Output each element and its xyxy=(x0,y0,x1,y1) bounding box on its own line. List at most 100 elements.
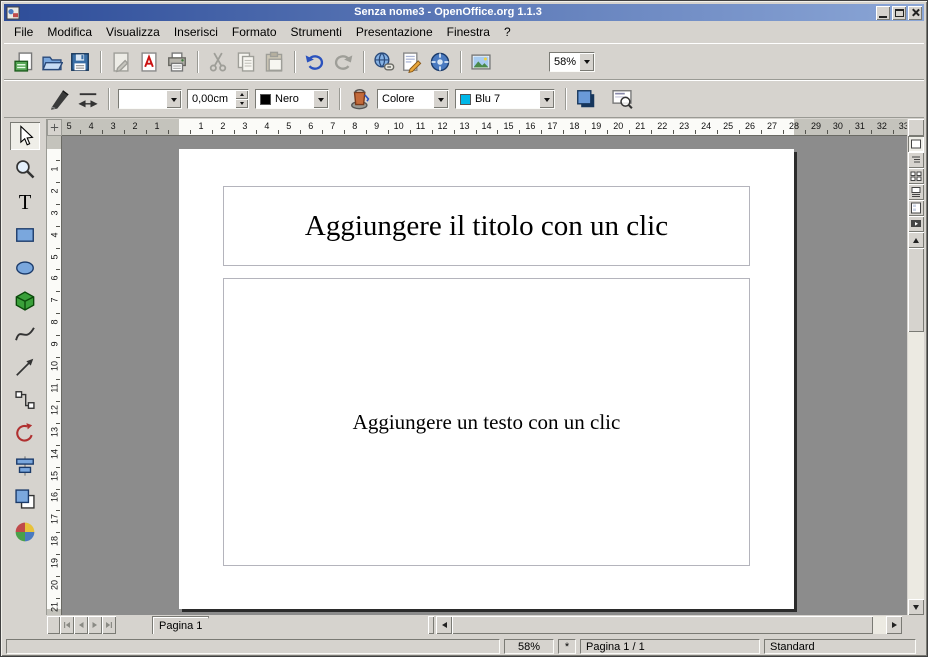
zoom-combobox[interactable]: 58% xyxy=(549,52,595,72)
menu-visualizza[interactable]: Visualizza xyxy=(99,22,167,42)
alignment-tool-button[interactable] xyxy=(10,452,40,480)
scroll-up-button[interactable] xyxy=(908,232,924,248)
edit-file-button[interactable] xyxy=(107,49,135,75)
export-pdf-button[interactable] xyxy=(135,49,163,75)
text-tool-button[interactable]: T xyxy=(10,188,40,216)
workspace[interactable]: Aggiungere il titolo con un clic Aggiung… xyxy=(62,136,907,615)
hyperlink-button[interactable] xyxy=(370,49,398,75)
window-controls xyxy=(876,6,922,20)
copy-button[interactable] xyxy=(232,49,260,75)
body-placeholder[interactable]: Aggiungere un testo con un clic xyxy=(223,278,750,566)
lines-arrows-tool-button[interactable] xyxy=(10,353,40,381)
menu-formato[interactable]: Formato xyxy=(225,22,284,42)
paste-button[interactable] xyxy=(260,49,288,75)
maximize-button[interactable] xyxy=(892,6,906,20)
line-style-dropdown-arrow-icon[interactable] xyxy=(166,90,181,108)
handout-view-button[interactable] xyxy=(908,200,924,216)
print-button[interactable] xyxy=(163,49,191,75)
line-color-dropdown-arrow-icon[interactable] xyxy=(313,90,328,108)
close-button[interactable] xyxy=(908,6,922,20)
menu-inserisci[interactable]: Inserisci xyxy=(167,22,225,42)
scroll-left-button[interactable] xyxy=(436,616,452,634)
horizontal-scroll-thumb[interactable] xyxy=(452,616,873,634)
undo-button[interactable] xyxy=(301,49,329,75)
vertical-scrollbar[interactable] xyxy=(908,232,924,615)
fill-type-dropdown-arrow-icon[interactable] xyxy=(433,90,448,108)
start-slideshow-icon xyxy=(910,218,922,230)
notes-view-button[interactable] xyxy=(908,184,924,200)
ruler-corner-button[interactable] xyxy=(908,119,924,136)
arrange-tool-button[interactable] xyxy=(10,485,40,513)
open-button[interactable] xyxy=(38,49,66,75)
select-tool-button[interactable] xyxy=(10,122,40,150)
title-placeholder[interactable]: Aggiungere il titolo con un clic xyxy=(223,186,750,266)
fill-type-combobox[interactable]: Colore xyxy=(377,89,449,109)
ruler-number: 4 xyxy=(50,227,60,242)
horizontal-ruler[interactable]: 5432112345678910111213141516171819202122… xyxy=(62,119,907,136)
status-style[interactable]: Standard xyxy=(764,639,916,654)
rotate-tool-button[interactable] xyxy=(10,419,40,447)
presentation-toolbar-button[interactable] xyxy=(608,86,636,112)
cut-button[interactable] xyxy=(204,49,232,75)
ruler-origin-button[interactable] xyxy=(47,119,62,136)
zoom-tool-button[interactable] xyxy=(10,155,40,183)
new-document-button[interactable] xyxy=(10,49,38,75)
first-page-button[interactable] xyxy=(60,616,74,634)
redo-button[interactable] xyxy=(329,49,357,75)
spin-down-icon[interactable] xyxy=(235,99,248,108)
line-color-combobox[interactable]: Nero xyxy=(255,89,329,109)
ruler-tick xyxy=(717,130,718,134)
slides-view-button[interactable] xyxy=(908,168,924,184)
menu-modifica[interactable]: Modifica xyxy=(40,22,99,42)
line-width-field[interactable]: 0,00cm xyxy=(187,89,249,109)
curve-tool-button[interactable] xyxy=(10,320,40,348)
edit-button[interactable] xyxy=(398,49,426,75)
fill-color-dropdown-arrow-icon[interactable] xyxy=(539,90,554,108)
next-page-button[interactable] xyxy=(88,616,102,634)
menu-presentazione[interactable]: Presentazione xyxy=(349,22,440,42)
last-page-button[interactable] xyxy=(102,616,116,634)
page-tab[interactable]: Pagina 1 xyxy=(152,616,209,634)
scrollbar-splitter[interactable] xyxy=(428,616,434,634)
effects-tool-button[interactable] xyxy=(10,518,40,546)
slide-canvas[interactable]: Aggiungere il titolo con un clic Aggiung… xyxy=(179,149,794,609)
ruler-tick xyxy=(146,130,147,134)
gallery-button[interactable] xyxy=(467,49,495,75)
outline-view-button[interactable] xyxy=(908,152,924,168)
drawing-view-button[interactable] xyxy=(908,136,924,152)
horizontal-scroll-track[interactable] xyxy=(452,616,886,634)
menu-finestra[interactable]: Finestra xyxy=(440,22,497,42)
menu-help[interactable]: ? xyxy=(497,22,518,42)
horizontal-scrollbar[interactable] xyxy=(436,616,902,634)
status-page[interactable]: Pagina 1 / 1 xyxy=(580,639,760,654)
ellipse-tool-button[interactable] xyxy=(10,254,40,282)
titlebar[interactable]: Senza nome3 - OpenOffice.org 1.1.3 xyxy=(4,4,924,21)
previous-page-button[interactable] xyxy=(74,616,88,634)
save-button[interactable] xyxy=(66,49,94,75)
page-bar-corner-button[interactable] xyxy=(47,616,60,634)
edit-points-button[interactable] xyxy=(46,86,74,112)
minimize-button[interactable] xyxy=(876,6,890,20)
ruler-tick xyxy=(673,130,674,134)
scroll-right-button[interactable] xyxy=(886,616,902,634)
3d-objects-tool-button[interactable] xyxy=(10,287,40,315)
start-slideshow-button[interactable] xyxy=(908,216,924,232)
navigator-button[interactable] xyxy=(426,49,454,75)
vertical-scroll-thumb[interactable] xyxy=(908,248,924,332)
rectangle-tool-button[interactable] xyxy=(10,221,40,249)
vertical-ruler[interactable]: 123456789101112131415161718192021 xyxy=(47,136,62,615)
line-ends-button[interactable] xyxy=(74,86,102,112)
menu-strumenti[interactable]: Strumenti xyxy=(284,22,349,42)
shadow-button[interactable] xyxy=(572,86,600,112)
zoom-dropdown-arrow-icon[interactable] xyxy=(579,53,594,71)
menu-file[interactable]: File xyxy=(7,22,40,42)
area-style-button[interactable] xyxy=(346,86,374,112)
ruler-number: 17 xyxy=(50,512,60,527)
vertical-scroll-track[interactable] xyxy=(908,248,924,599)
connector-tool-button[interactable] xyxy=(10,386,40,414)
line-style-combobox[interactable] xyxy=(118,89,182,109)
spin-up-icon[interactable] xyxy=(235,90,248,99)
status-zoom[interactable]: 58% xyxy=(504,639,554,654)
scroll-down-button[interactable] xyxy=(908,599,924,615)
fill-color-combobox[interactable]: Blu 7 xyxy=(455,89,555,109)
